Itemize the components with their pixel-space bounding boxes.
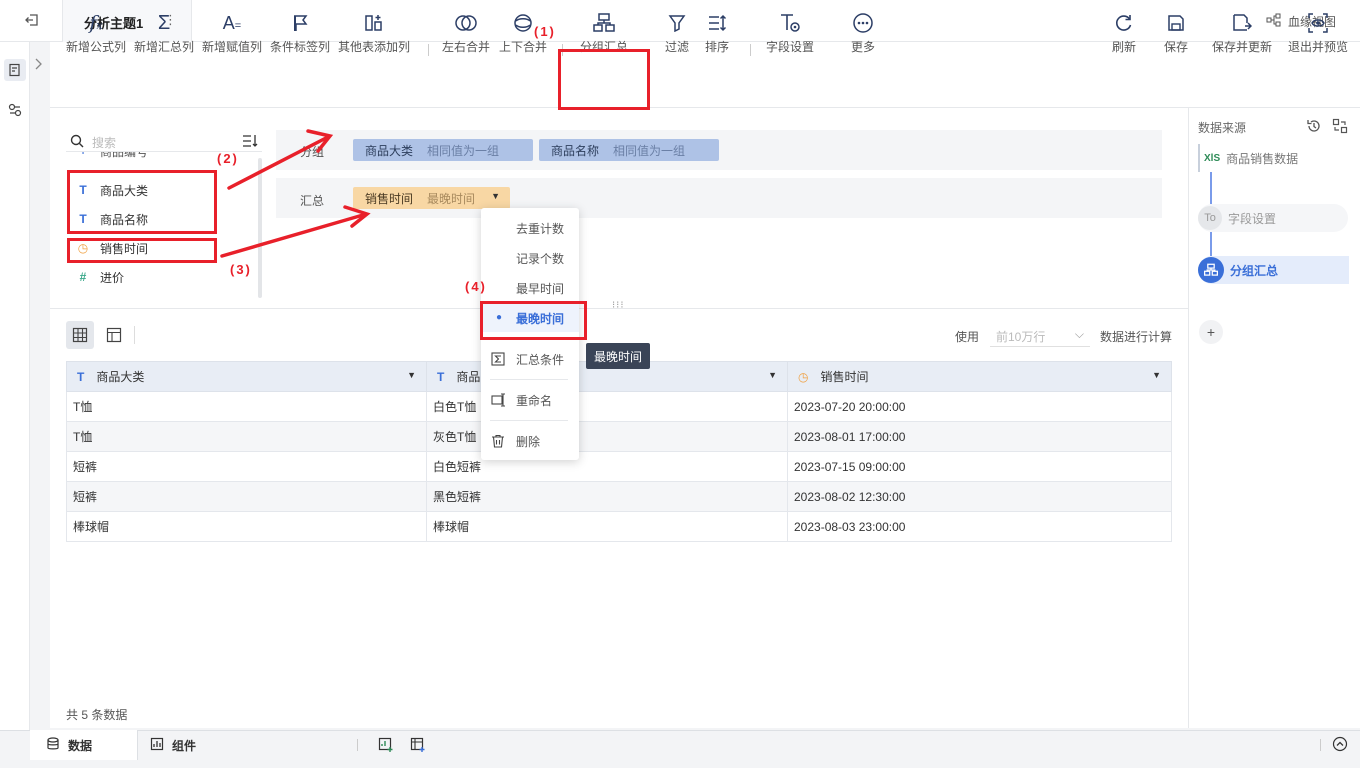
annotation-arrow xyxy=(227,129,334,190)
annotation-arrow xyxy=(220,205,371,258)
annotation-arrows xyxy=(220,129,371,258)
